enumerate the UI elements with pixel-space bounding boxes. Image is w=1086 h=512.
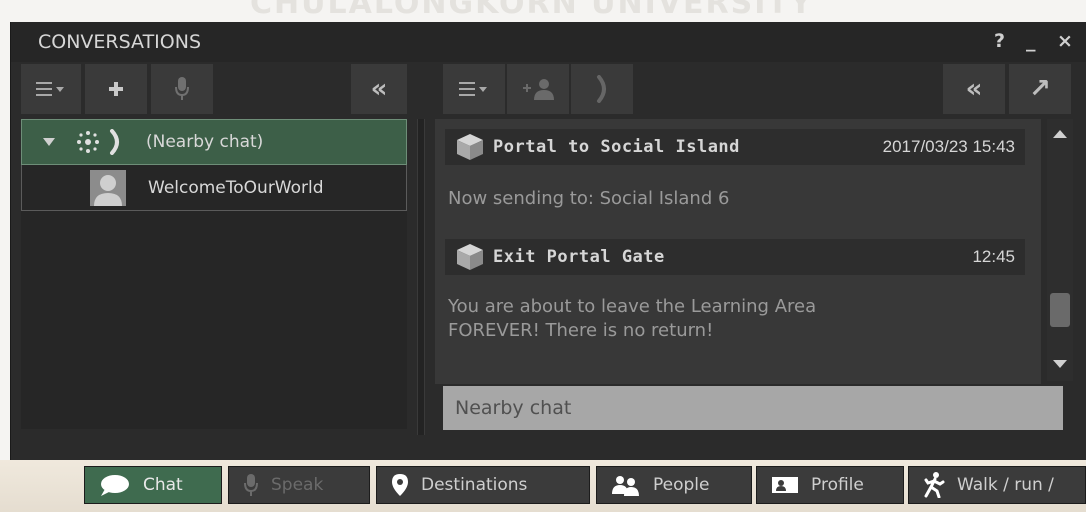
conversation-list: (Nearby chat) WelcomeToOurWorld (21, 119, 407, 429)
list-options-button[interactable] (21, 64, 81, 114)
scroll-down-icon[interactable] (1052, 359, 1068, 369)
collapse-icon: « (965, 74, 983, 104)
walking-person-icon (923, 472, 945, 498)
collapse-icon: « (370, 74, 388, 104)
map-pin-icon (391, 473, 409, 497)
speak-button[interactable]: Speak (228, 466, 370, 504)
help-button[interactable]: ? (994, 30, 1005, 52)
profile-button-label: Profile (811, 475, 864, 495)
avatar-icon (90, 169, 126, 206)
message-text: Now sending to: Social Island 6 (448, 188, 730, 209)
message-timestamp: 12:45 (972, 247, 1015, 266)
people-button-label: People (653, 475, 710, 495)
bottom-toolbar: Chat Speak Destinations People Profile W… (0, 460, 1086, 512)
message-sender[interactable]: Exit Portal Gate (493, 247, 665, 267)
chat-button[interactable]: Chat (84, 466, 222, 504)
close-button[interactable]: × (1057, 30, 1073, 52)
add-conversation-button[interactable] (85, 64, 147, 114)
chat-input[interactable] (443, 386, 1063, 430)
people-button[interactable]: People (596, 466, 752, 504)
expand-icon: ↗ (1029, 74, 1051, 104)
call-icon (110, 129, 119, 155)
profile-button[interactable]: Profile (756, 466, 904, 504)
profile-card-icon (771, 475, 799, 495)
message-header: Portal to Social Island 2017/03/23 15:43 (445, 129, 1025, 165)
collapse-chat-button[interactable]: « (943, 64, 1005, 114)
conversation-item-nearby-chat[interactable]: (Nearby chat) (21, 119, 407, 165)
message-header: Exit Portal Gate 12:45 (445, 239, 1025, 275)
message-timestamp: 2017/03/23 15:43 (882, 137, 1015, 156)
scrollbar-thumb[interactable] (1050, 293, 1070, 327)
people-icon (611, 474, 641, 496)
nearby-dots-icon (77, 131, 99, 153)
add-participant-button[interactable] (507, 64, 569, 114)
conversation-label: WelcomeToOurWorld (148, 177, 324, 198)
object-cube-icon (457, 244, 483, 270)
watermark-text: CHULALONGKORN UNIVERSITY (250, 0, 814, 21)
microphone-icon (175, 77, 189, 100)
voice-button[interactable] (151, 64, 213, 114)
speech-bubble-icon (99, 473, 131, 497)
add-person-icon (523, 79, 554, 100)
window-title: CONVERSATIONS (38, 31, 202, 53)
conversation-label: (Nearby chat) (146, 132, 264, 152)
microphone-icon (243, 473, 259, 497)
walk-run-button-label: Walk / run / (957, 475, 1054, 495)
message-sender[interactable]: Portal to Social Island (493, 137, 740, 157)
walk-run-fly-button[interactable]: Walk / run / (908, 466, 1086, 504)
conversation-item-welcometoourworld[interactable]: WelcomeToOurWorld (21, 165, 407, 211)
minimize-button[interactable]: _ (1026, 30, 1036, 52)
pane-splitter[interactable] (417, 119, 425, 435)
call-button[interactable] (571, 64, 633, 114)
list-menu-icon (36, 82, 64, 96)
speak-button-label: Speak (271, 475, 324, 495)
destinations-button-label: Destinations (421, 475, 528, 495)
collapse-list-button[interactable]: « (351, 64, 407, 114)
scroll-up-icon[interactable] (1052, 129, 1068, 139)
message-text-line: You are about to leave the Learning Area (448, 296, 817, 317)
chat-scrollbar[interactable] (1047, 119, 1073, 381)
object-cube-icon (457, 134, 483, 160)
destinations-button[interactable]: Destinations (376, 466, 590, 504)
title-bar[interactable]: CONVERSATIONS ? _ × (11, 22, 1086, 62)
conversations-window: CONVERSATIONS ? _ × « « ↗ (Nearby chat) … (10, 22, 1086, 460)
chat-history: Portal to Social Island 2017/03/23 15:43… (435, 119, 1041, 384)
expand-triangle-icon (43, 138, 55, 146)
chat-options-button[interactable] (443, 64, 505, 114)
tear-off-button[interactable]: ↗ (1009, 64, 1071, 114)
message-text-line: FOREVER! There is no return! (448, 320, 714, 341)
plus-icon (109, 82, 123, 96)
list-menu-icon (459, 82, 487, 96)
call-icon (597, 75, 606, 103)
chat-button-label: Chat (143, 475, 183, 495)
